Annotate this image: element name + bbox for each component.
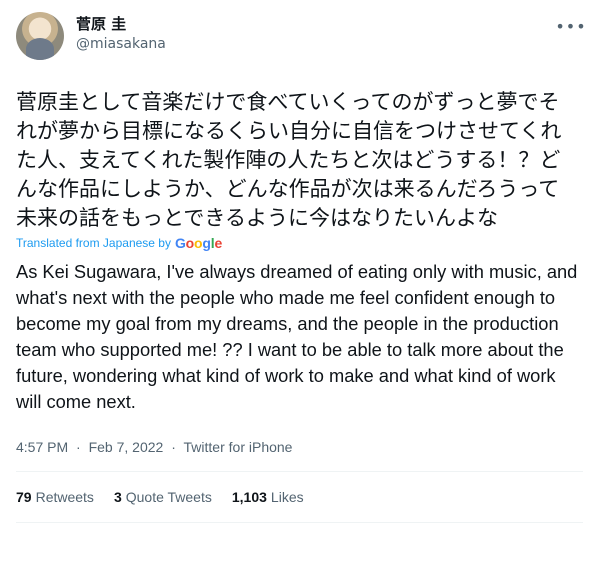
retweets-stat[interactable]: 79 Retweets — [16, 489, 94, 505]
translation-attribution[interactable]: Translated from Japanese by Google — [16, 235, 583, 251]
quote-tweets-stat[interactable]: 3 Quote Tweets — [114, 489, 212, 505]
tweet-source[interactable]: Twitter for iPhone — [184, 439, 293, 455]
more-horizontal-icon[interactable]: ••• — [555, 14, 585, 38]
retweets-count: 79 — [16, 489, 32, 505]
tweet-card: 菅原 圭 @miasakana ••• 菅原圭として音楽だけで食べていくってのが… — [0, 0, 599, 569]
divider — [16, 522, 583, 523]
tweet-date[interactable]: Feb 7, 2022 — [89, 439, 164, 455]
meta-separator: · — [171, 439, 176, 455]
display-name[interactable]: 菅原 圭 — [76, 14, 166, 34]
likes-count: 1,103 — [231, 489, 267, 505]
retweets-label: Retweets — [35, 489, 94, 505]
tweet-translation-text: As Kei Sugawara, I've always dreamed of … — [16, 261, 578, 412]
tweet-header: 菅原 圭 @miasakana ••• — [16, 12, 586, 64]
profile-avatar[interactable] — [16, 12, 64, 60]
tweet-meta: 4:57 PM · Feb 7, 2022 · Twitter for iPho… — [16, 437, 583, 457]
meta-separator: · — [76, 439, 81, 455]
quote-tweets-label: Quote Tweets — [125, 489, 212, 505]
likes-label: Likes — [270, 489, 304, 505]
translated-label: Translated from Japanese by — [16, 236, 171, 250]
tweet-time[interactable]: 4:57 PM — [16, 439, 68, 455]
user-names: 菅原 圭 @miasakana — [76, 14, 166, 54]
quote-tweets-count: 3 — [113, 489, 122, 505]
tweet-original-text: 菅原圭として音楽だけで食べていくってのがずっと夢でそれが夢から目標になるくらい自… — [16, 90, 562, 230]
tweet-stats: 79 Retweets 3 Quote Tweets 1,103 Likes — [16, 472, 583, 522]
google-logo: Google — [174, 235, 223, 251]
user-handle[interactable]: @miasakana — [76, 34, 166, 54]
likes-stat[interactable]: 1,103 Likes — [232, 489, 304, 505]
